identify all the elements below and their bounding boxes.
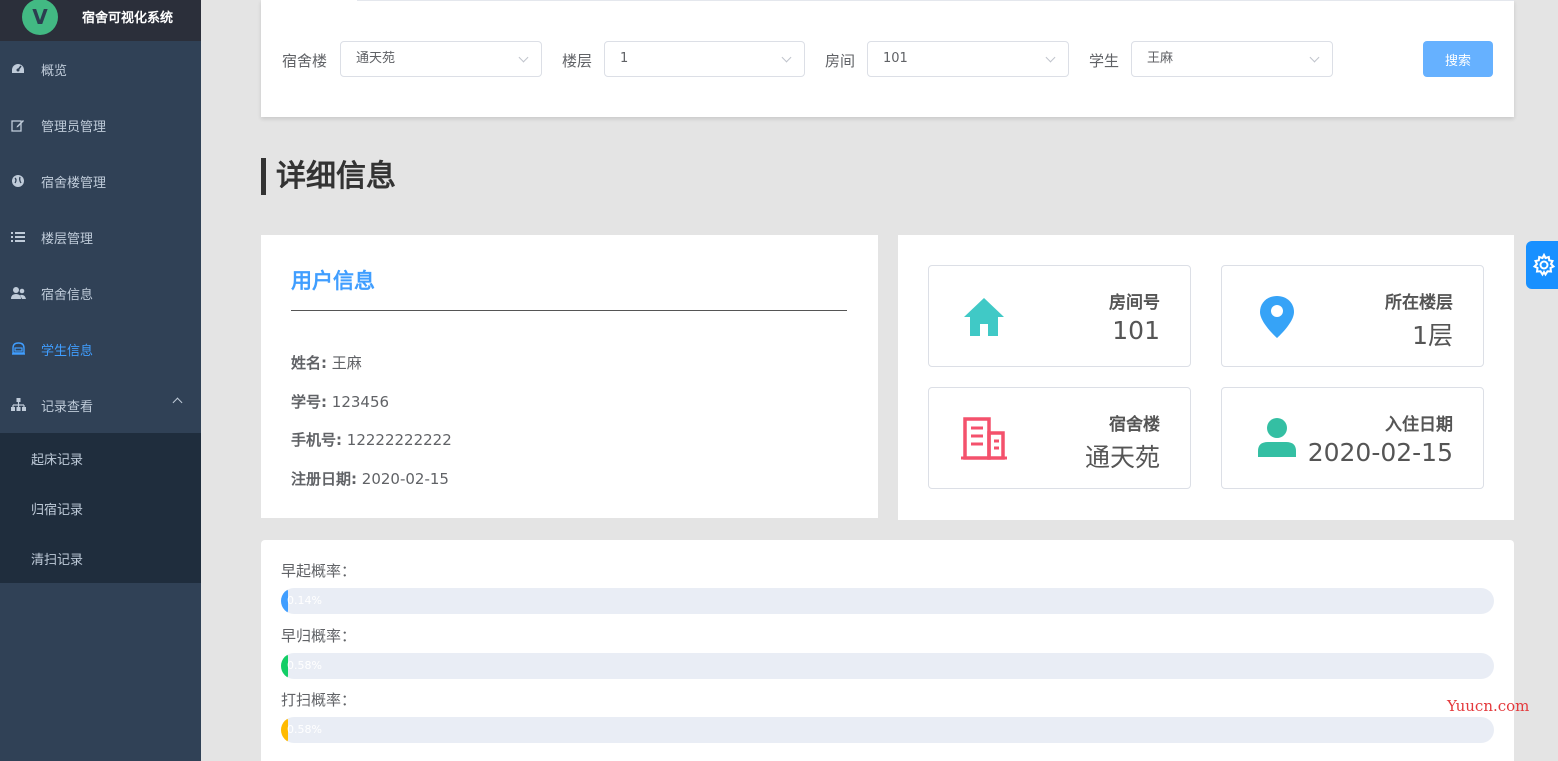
stat-room-value: 101 [1112,316,1160,345]
submenu-records: 起床记录 归宿记录 清扫记录 [0,433,201,583]
user-phone-value: 12222222222 [346,431,452,449]
sidebar-subitem-return[interactable]: 归宿记录 [0,483,201,533]
logo-icon: V [22,0,58,35]
search-button[interactable]: 搜索 [1423,41,1493,77]
stat-room: 房间号 101 [928,265,1191,367]
users-icon [10,285,26,301]
chevron-down-icon [1309,52,1320,63]
building-filter-label: 宿舍楼 [282,52,328,70]
chevron-down-icon [1045,52,1056,63]
user-id-value: 123456 [331,393,390,411]
stat-building: 宿舍楼 通天苑 [928,387,1191,489]
user-name-label: 姓名: [291,354,327,372]
user-phone-row: 手机号: 12222222222 [291,429,452,450]
user-name-row: 姓名: 王麻 [291,352,362,373]
user-id-row: 学号: 123456 [291,391,389,412]
stat-building-label: 宿舍楼 [1109,415,1160,435]
user-info-card: 用户信息 姓名: 王麻 学号: 123456 手机号: 12222222222 … [261,235,878,518]
wakeup-probability-label: 早起概率： [281,562,357,580]
user-reg-row: 注册日期: 2020-02-15 [291,468,449,489]
student-icon [10,341,26,357]
wakeup-progress-bar: 0.14% [281,588,1494,614]
dashboard-icon [10,61,26,77]
sidebar-item-label: 管理员管理 [41,119,107,135]
stat-checkin-label: 入住日期 [1385,415,1453,435]
wakeup-probability-value: 0.14% [287,594,322,607]
sidebar-item-label: 学生信息 [41,343,94,359]
chevron-up-icon [172,397,183,408]
user-id-label: 学号: [291,393,327,411]
stat-checkin: 入住日期 2020-02-15 [1221,387,1484,489]
user-info-title: 用户信息 [291,269,375,293]
sidebar-item-building[interactable]: 宿舍楼管理 [0,153,201,209]
sidebar-item-admin[interactable]: 管理员管理 [0,97,201,153]
cleaning-progress-bar: 0.58% [281,717,1494,743]
person-icon [1258,418,1296,457]
cleaning-probability-label: 打扫概率： [281,691,357,709]
return-progress-bar: 0.58% [281,653,1494,679]
room-select[interactable]: 101 [867,41,1069,77]
sidebar-item-label: 宿舍信息 [41,287,94,303]
return-probability-label: 早归概率： [281,627,357,645]
page-title: 详细信息 [261,158,396,195]
user-reg-label: 注册日期: [291,470,357,488]
floor-filter-label: 楼层 [562,52,593,70]
sidebar-item-dorm[interactable]: 宿舍信息 [0,265,201,321]
sitemap-icon [10,397,26,413]
sidebar-item-label: 楼层管理 [41,231,94,247]
filter-panel: 宿舍楼 通天苑 楼层 1 房间 101 学生 王麻 搜索 [261,0,1514,117]
app-title: 宿舍可视化系统 [82,11,174,26]
stat-room-label: 房间号 [1109,293,1160,313]
sidebar-item-records[interactable]: 记录查看 [0,377,201,433]
student-filter-label: 学生 [1089,52,1120,70]
student-select-value: 王麻 [1147,51,1174,66]
probability-panel: 早起概率： 0.14% 早归概率： 0.58% 打扫概率： 0.58% [261,540,1514,761]
return-probability-value: 0.58% [287,659,322,672]
stat-floor: 所在楼层 1层 [1221,265,1484,367]
settings-button[interactable] [1526,241,1558,289]
gear-icon [1532,253,1556,277]
watermark: Yuucn.com [1447,697,1530,715]
logo[interactable]: V 宿舍可视化系统 [0,0,201,41]
divider [291,310,847,311]
stat-checkin-value: 2020-02-15 [1307,438,1453,467]
sidebar: V 宿舍可视化系统 概览 管理员管理 宿舍楼管理 楼层管理 宿舍信息 学生信息 … [0,0,201,761]
room-select-value: 101 [883,51,908,66]
sidebar-item-label: 概览 [41,63,68,79]
student-select[interactable]: 王麻 [1131,41,1333,77]
sidebar-item-overview[interactable]: 概览 [0,41,201,97]
sidebar-item-label: 记录查看 [41,399,94,415]
user-phone-label: 手机号: [291,431,342,449]
user-name-value: 王麻 [331,354,362,372]
stat-floor-value: 1层 [1412,321,1453,350]
building-icon [961,417,1007,460]
location-pin-icon [1260,296,1294,338]
cleaning-probability-value: 0.58% [287,723,322,736]
building-select-value: 通天苑 [356,51,396,66]
sidebar-subitem-wakeup[interactable]: 起床记录 [0,433,201,483]
sidebar-subitem-cleaning[interactable]: 清扫记录 [0,533,201,583]
stat-floor-label: 所在楼层 [1385,293,1453,313]
divider [357,0,1514,1]
home-icon [964,298,1004,336]
globe-icon [10,173,26,189]
sidebar-item-student[interactable]: 学生信息 [0,321,201,377]
sidebar-item-floor[interactable]: 楼层管理 [0,209,201,265]
chevron-down-icon [518,52,529,63]
chevron-down-icon [781,52,792,63]
floor-select-value: 1 [620,51,629,66]
building-select[interactable]: 通天苑 [340,41,542,77]
stat-building-value: 通天苑 [1084,443,1160,472]
list-icon [10,229,26,245]
edit-icon [10,117,26,133]
room-filter-label: 房间 [825,52,856,70]
stats-panel: 房间号 101 所在楼层 1层 宿舍楼 通天苑 入住日期 2020-02-15 [898,235,1514,520]
floor-select[interactable]: 1 [604,41,805,77]
user-reg-value: 2020-02-15 [361,470,449,488]
sidebar-item-label: 宿舍楼管理 [41,175,107,191]
